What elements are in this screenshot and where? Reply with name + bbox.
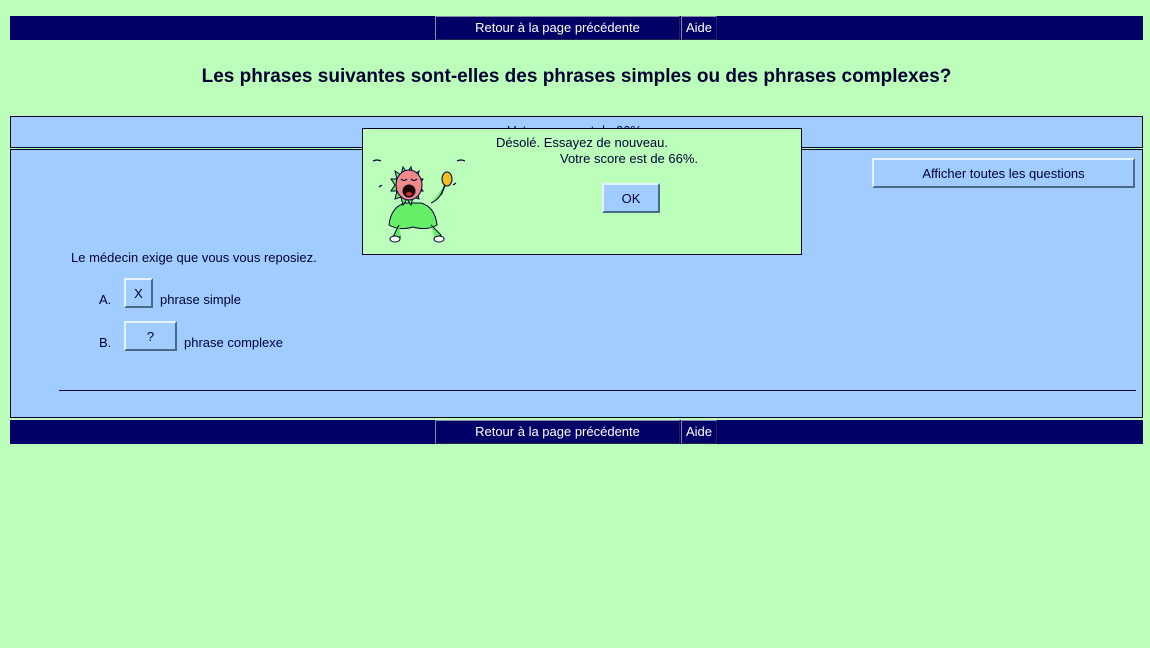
top-navbar: Retour à la page précédente Aide	[10, 16, 1143, 40]
crying-baby-icon	[372, 159, 465, 243]
question-text: Le médecin exige que vous vous reposiez.	[71, 250, 317, 265]
feedback-dialog: Désolé. Essayez de nouveau. Votre score …	[362, 128, 802, 255]
answer-letter: A.	[99, 292, 112, 307]
feedback-message: Désolé. Essayez de nouveau.	[496, 135, 668, 150]
ok-button[interactable]: OK	[602, 183, 660, 213]
show-all-questions-button[interactable]: Afficher toutes les questions	[872, 158, 1135, 188]
answer-label: phrase simple	[160, 292, 241, 307]
back-button[interactable]: Retour à la page précédente	[435, 16, 680, 40]
answer-letter: B.	[99, 335, 112, 350]
bottom-navbar: Retour à la page précédente Aide	[10, 420, 1143, 444]
divider	[59, 390, 1136, 391]
answer-label: phrase complexe	[184, 335, 283, 350]
help-button[interactable]: Aide	[681, 16, 717, 40]
page-title: Les phrases suivantes sont-elles des phr…	[201, 66, 952, 87]
back-button[interactable]: Retour à la page précédente	[435, 420, 680, 444]
help-button[interactable]: Aide	[681, 420, 717, 444]
score-message: Votre score est de 66%.	[560, 151, 699, 166]
answer-b-button[interactable]: ?	[124, 321, 177, 351]
answer-a-button[interactable]: X	[124, 278, 153, 308]
